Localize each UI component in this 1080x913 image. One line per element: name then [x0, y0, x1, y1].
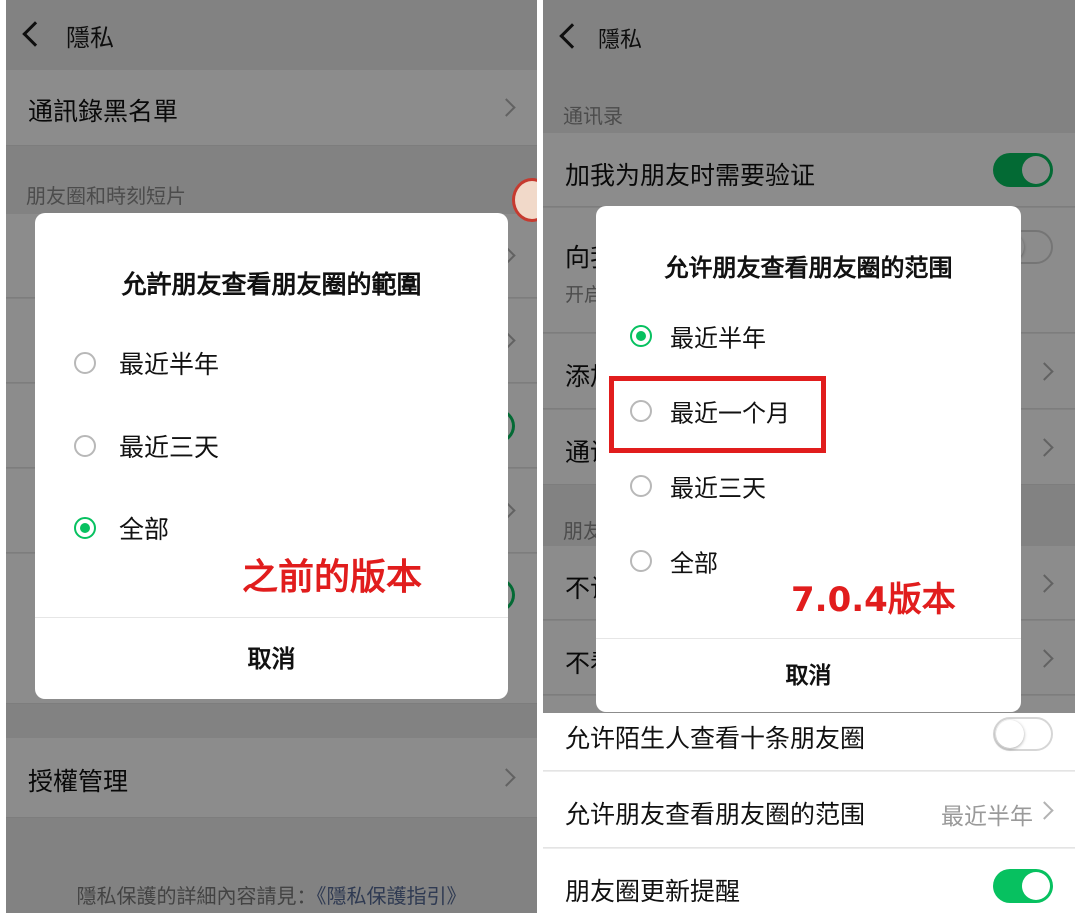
annotation-previous-version: 之前的版本	[242, 557, 423, 598]
toggle-switch[interactable]	[993, 717, 1053, 751]
row-value: 最近半年	[941, 804, 1033, 830]
annotation-new-version: 7.0.4版本	[791, 580, 956, 620]
option-label: 全部	[670, 549, 718, 578]
radio-unchecked-icon	[74, 352, 96, 374]
left-screenshot-panel: 隱私 通訊錄黑名單 朋友圈和時刻短片 授權管理 隱私保護的詳細內容請見：《隱私保…	[6, 0, 537, 913]
row-label: 允许朋友查看朋友圈的范围	[565, 800, 866, 829]
radio-checked-icon	[630, 325, 652, 347]
option-label: 全部	[119, 515, 170, 544]
cancel-button[interactable]: 取消	[596, 638, 1021, 712]
radio-unchecked-icon	[630, 550, 652, 572]
moments-range-dialog-old: 允許朋友查看朋友圈的範圍 最近半年 最近三天 全部 取消	[35, 213, 508, 699]
radio-checked-icon	[74, 517, 96, 539]
radio-unchecked-icon	[74, 435, 96, 457]
option-label: 最近三天	[119, 433, 220, 462]
moments-range-dialog-new: 允许朋友查看朋友圈的范围 最近半年 最近一个月 最近三天 全部 取消	[596, 206, 1021, 712]
cancel-button[interactable]: 取消	[35, 617, 508, 699]
right-screenshot-panel: 隱私 通讯录 加我为朋友时需要验证 向我 开启 添加 通讯 朋友 不让 不看 允…	[543, 0, 1075, 913]
toggle-switch[interactable]	[993, 869, 1053, 903]
dialog-title: 允許朋友查看朋友圈的範圍	[121, 270, 422, 299]
option-last-three-days[interactable]: 最近三天	[35, 416, 508, 476]
radio-unchecked-icon	[630, 475, 652, 497]
option-label: 最近半年	[670, 324, 766, 353]
dialog-title: 允许朋友查看朋友圈的范围	[664, 254, 953, 282]
option-last-half-year[interactable]: 最近半年	[35, 333, 508, 393]
highlight-box-new-option	[609, 376, 826, 453]
row-label: 允许陌生人查看十条朋友圈	[565, 724, 866, 753]
option-label: 最近三天	[670, 474, 766, 503]
option-last-three-days[interactable]: 最近三天	[596, 456, 1021, 516]
row-label: 朋友圈更新提醒	[565, 877, 741, 906]
option-last-half-year[interactable]: 最近半年	[596, 306, 1021, 366]
option-label: 最近半年	[119, 350, 220, 379]
row-moments-range[interactable]: 允许朋友查看朋友圈的范围 最近半年	[543, 772, 1075, 848]
chevron-right-icon	[1035, 801, 1054, 820]
row-moments-update-reminder[interactable]: 朋友圈更新提醒	[543, 849, 1075, 913]
